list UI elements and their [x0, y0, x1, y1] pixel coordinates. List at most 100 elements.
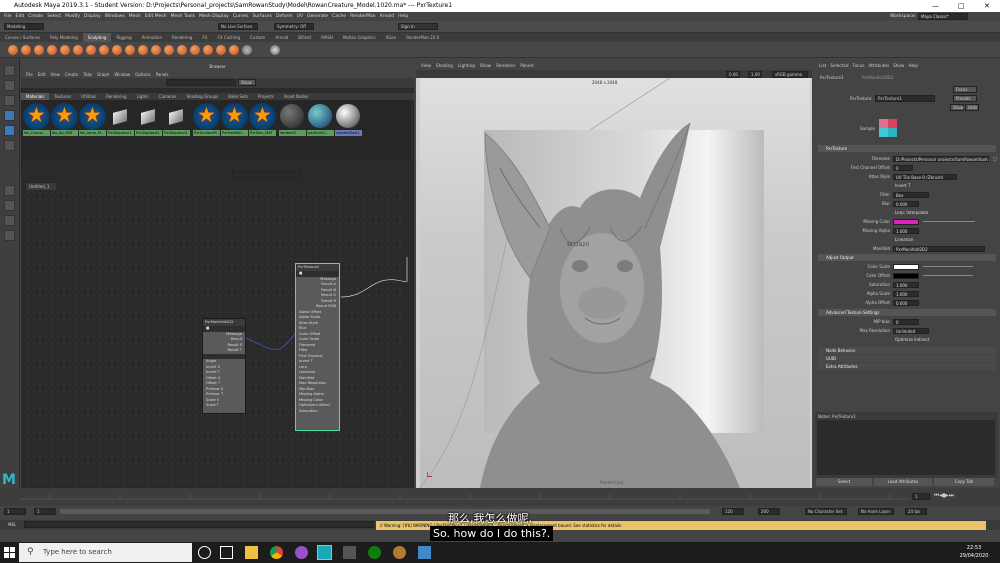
shelf-tab[interactable]: Motion Graphics — [338, 33, 381, 42]
material-swatch[interactable] — [107, 103, 134, 130]
shelf-tab[interactable]: Custom — [245, 33, 270, 42]
tab-pxrtexture1[interactable]: PxrTexture1 — [820, 75, 844, 80]
bulge-tool-icon[interactable] — [203, 45, 213, 55]
symmetry-icon[interactable] — [270, 45, 280, 55]
shelf-tab[interactable]: Poly Modeling — [45, 33, 83, 42]
menu-item[interactable]: UV — [297, 14, 303, 19]
layout-outliner-icon[interactable] — [4, 230, 15, 241]
presets-button[interactable]: Presets — [953, 95, 977, 102]
anim-layer-dropdown[interactable]: No Anim Layer — [858, 508, 894, 515]
material-swatch[interactable] — [221, 103, 248, 130]
tab-bake-sets[interactable]: Bake Sets — [223, 93, 253, 100]
windows-start-icon[interactable] — [4, 547, 15, 558]
node-input[interactable]: Saturation — [296, 409, 339, 415]
atlas-style-dropdown[interactable]: UV Tile Base-0 (Zbrush) — [893, 173, 957, 180]
shelf-tab[interactable]: MASH — [316, 33, 338, 42]
paint-select-icon[interactable] — [4, 95, 15, 106]
maximize-icon[interactable]: □ — [958, 0, 965, 12]
mask-tool-icon[interactable] — [242, 45, 252, 55]
menu-item[interactable]: Deform — [276, 14, 293, 19]
material-swatch[interactable] — [135, 103, 162, 130]
layout-four-icon[interactable] — [4, 200, 15, 211]
tab-materials[interactable]: Materials — [21, 93, 50, 100]
copy-tab-button[interactable]: Copy Tab — [934, 478, 994, 486]
show-button[interactable]: Show — [950, 104, 964, 111]
workspace-dropdown[interactable]: Maya Classic* — [918, 13, 968, 20]
menu-item[interactable]: RenderMan — [350, 14, 376, 19]
menu-item[interactable]: List — [819, 63, 826, 68]
taskbar-search-input[interactable]: Type here to search — [19, 543, 192, 562]
maya-taskbar-icon[interactable] — [317, 545, 332, 560]
material-swatch[interactable] — [51, 103, 78, 130]
tab-asset-nodes[interactable]: Asset Nodes — [279, 93, 314, 100]
sign-in-button[interactable]: Sign In — [398, 23, 438, 30]
section-adjust-output[interactable]: Adjust Output — [818, 254, 996, 261]
exposure-field[interactable]: 0.00 — [726, 71, 740, 78]
shelf-tab-active[interactable]: Sculpting — [82, 33, 112, 42]
color-offset-swatch[interactable] — [893, 272, 919, 279]
menu-item[interactable]: Show — [480, 63, 491, 68]
menu-item[interactable]: Mesh Tools — [171, 14, 195, 19]
tab-pxrmanifold[interactable]: PxrManifold2D2 — [862, 75, 894, 80]
menu-item[interactable]: Create — [65, 72, 78, 77]
color-scale-swatch[interactable] — [893, 263, 919, 270]
menu-item[interactable]: Select — [47, 14, 61, 19]
imprint-tool-icon[interactable] — [125, 45, 135, 55]
menu-item[interactable]: Focus — [852, 63, 864, 68]
shelf-tab[interactable]: Curves / Surfaces — [0, 33, 45, 42]
manifold-field[interactable]: PxrManifold2D2 — [893, 245, 985, 252]
filename-field[interactable]: D:/Projects/Personal_projects/SamRowanSt… — [893, 155, 989, 162]
section-uuid[interactable]: UUID — [818, 355, 996, 362]
tab-cameras[interactable]: Cameras — [154, 93, 182, 100]
menu-item[interactable]: Edit Mesh — [145, 14, 167, 19]
filter-dropdown[interactable]: Box — [893, 191, 929, 198]
menu-item[interactable]: Panels — [520, 63, 533, 68]
select-button[interactable]: Select — [816, 478, 872, 486]
section-pxrtexture[interactable]: PxrTexture — [818, 145, 996, 152]
spray-tool-icon[interactable] — [99, 45, 109, 55]
menu-item[interactable]: Surfaces — [252, 14, 272, 19]
symmetry-dropdown[interactable]: Symmetry: Off — [274, 23, 314, 30]
menu-item[interactable]: Edit — [38, 72, 46, 77]
menu-item[interactable]: Graph — [97, 72, 109, 77]
time-slider[interactable]: 1 ⏮◀▶⏭ — [0, 488, 1000, 506]
knife-tool-icon[interactable] — [177, 45, 187, 55]
browser-search-input[interactable] — [166, 79, 236, 86]
playback-controls-icon[interactable]: ⏮◀▶⏭ — [934, 492, 954, 500]
menu-item[interactable]: Window — [114, 72, 130, 77]
menu-item[interactable]: Generate — [307, 14, 328, 19]
menu-item[interactable]: Create — [28, 14, 43, 19]
pxrtexture-node[interactable]: PxrTexture1 ■ Message Result A Result B … — [295, 263, 340, 431]
layout-single-icon[interactable] — [4, 185, 15, 196]
tab-rendering[interactable]: Rendering — [101, 93, 131, 100]
scrape-tool-icon[interactable] — [151, 45, 161, 55]
wax-tool-icon[interactable] — [138, 45, 148, 55]
menu-item[interactable]: Tabs — [83, 72, 92, 77]
grab-tool-icon[interactable] — [47, 45, 57, 55]
app-icon[interactable] — [295, 546, 308, 559]
shelf-tab[interactable]: FX Caching — [213, 33, 245, 42]
relax-tool-icon[interactable] — [34, 45, 44, 55]
alpha-offset-field[interactable]: 0.000 — [893, 299, 919, 306]
material-swatch[interactable] — [279, 103, 306, 130]
tab-projects[interactable]: Projects — [253, 93, 279, 100]
lerp-checkbox[interactable]: Lerp: Interpolate — [893, 210, 943, 216]
menu-item[interactable]: Display — [84, 14, 101, 19]
node-name-field[interactable]: PxrTexture1 — [875, 95, 935, 102]
select-tool-icon[interactable] — [4, 65, 15, 76]
missing-alpha-field[interactable]: 1.000 — [893, 227, 919, 234]
scale-tool-icon[interactable] — [4, 140, 15, 151]
fps-dropdown[interactable]: 24 fps — [905, 508, 927, 515]
section-advanced-texture[interactable]: Advanced Texture Settings — [818, 309, 996, 316]
menu-item[interactable]: Shading — [436, 63, 453, 68]
task-view-icon[interactable] — [220, 546, 233, 559]
menu-item[interactable]: Modify — [65, 14, 80, 19]
current-frame-field[interactable]: 1 — [912, 493, 930, 500]
amplify-tool-icon[interactable] — [216, 45, 226, 55]
material-swatch[interactable] — [79, 103, 106, 130]
flatten-tool-icon[interactable] — [73, 45, 83, 55]
menu-item[interactable]: Help — [398, 14, 408, 19]
app-icon[interactable] — [418, 546, 431, 559]
close-icon[interactable]: ✕ — [984, 0, 990, 12]
app-icon[interactable] — [343, 546, 356, 559]
